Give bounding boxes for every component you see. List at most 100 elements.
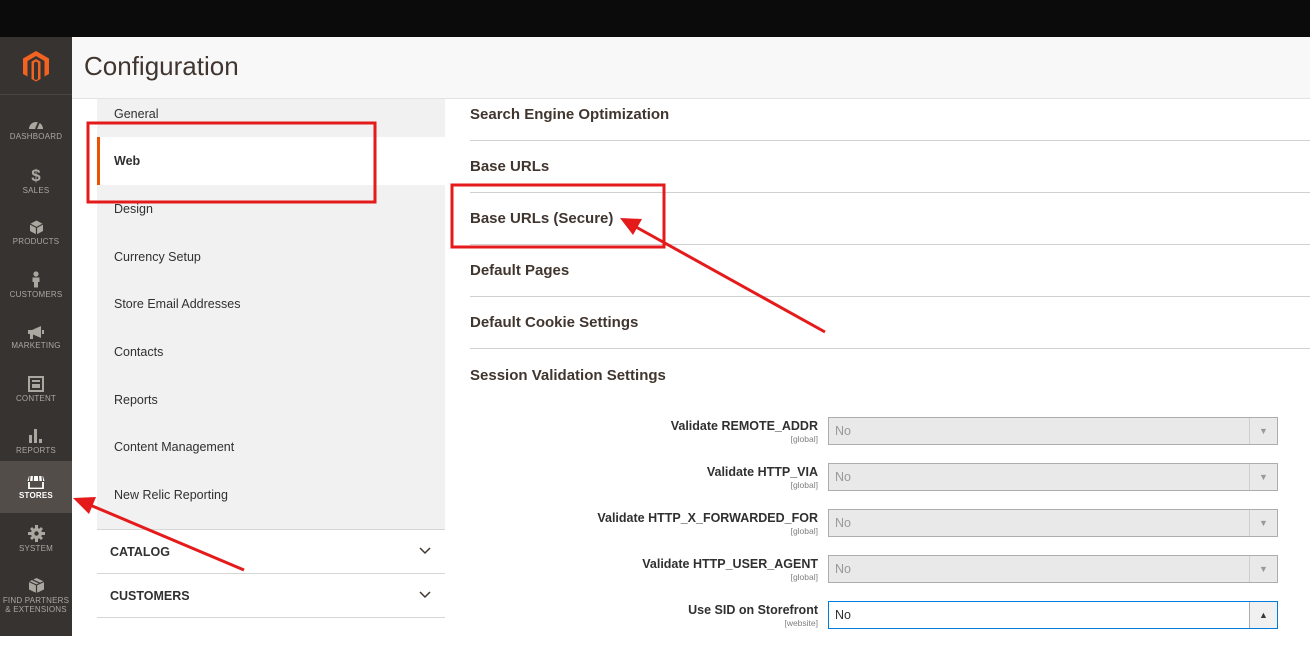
nav-system[interactable]: SYSTEM (0, 513, 72, 565)
sidebar-item-design[interactable]: Design (97, 185, 445, 233)
sidebar-item-label: Store Email Addresses (114, 297, 241, 311)
sidebar-item-label: General (114, 107, 159, 121)
field-label-text: Validate REMOTE_ADDR (670, 419, 818, 433)
nav-stores[interactable]: STORES (0, 461, 72, 513)
sidebar-group-label: CUSTOMERS (110, 588, 190, 603)
nav-label-reports: REPORTS (16, 445, 56, 455)
config-content: Search Engine Optimization Base URLs Bas… (470, 99, 1310, 636)
sidebar-item-label: Web (114, 154, 141, 168)
validate-http-user-agent-select[interactable]: No ▼ (828, 555, 1278, 583)
select-value: No (835, 424, 851, 438)
nav-content[interactable]: CONTENT (0, 363, 72, 415)
gear-icon (27, 525, 45, 542)
sidebar-item-general[interactable]: General (97, 89, 445, 139)
field-label: Validate HTTP_USER_AGENT [global] (642, 557, 818, 582)
section-title: Search Engine Optimization (470, 106, 670, 123)
select-value: No (835, 608, 851, 622)
sidebar-group-catalog[interactable]: CATALOG (97, 529, 445, 573)
field-label-text: Validate HTTP_VIA (706, 465, 818, 479)
field-scope: [global] (790, 526, 818, 536)
section-title: Default Pages (470, 262, 570, 279)
section-base-urls[interactable]: Base URLs (470, 141, 1310, 193)
sidebar-item-store-email-addresses[interactable]: Store Email Addresses (97, 280, 445, 328)
box-icon (28, 577, 44, 593)
select-value: No (835, 516, 851, 530)
dashboard-icon (29, 121, 43, 129)
section-default-cookie-settings[interactable]: Default Cookie Settings (470, 297, 1310, 349)
sidebar-item-web[interactable]: Web (97, 137, 445, 185)
megaphone-icon (28, 325, 44, 339)
config-sidebar: General Web Design Currency Setup Store … (97, 99, 445, 636)
field-label-text: Use SID on Storefront (688, 603, 818, 617)
sidebar-item-contacts[interactable]: Contacts (97, 328, 445, 376)
section-title: Base URLs (Secure) (470, 210, 614, 227)
nav-reports[interactable]: REPORTS (0, 415, 72, 467)
field-label-text: Validate HTTP_USER_AGENT (642, 557, 818, 571)
validate-http-x-forwarded-for-select[interactable]: No ▼ (828, 509, 1278, 537)
sidebar-item-label: Reports (114, 393, 158, 407)
field-row-use-sid-on-storefront: Use SID on Storefront [website] No ▲ (470, 601, 1310, 647)
layout-icon (28, 375, 44, 392)
sidebar-item-content-management[interactable]: Content Management (97, 423, 445, 471)
person-icon (32, 271, 40, 288)
nav-customers[interactable]: CUSTOMERS (0, 259, 72, 311)
section-title: Base URLs (470, 158, 550, 175)
general-submenu: General Web Design Currency Setup Store … (97, 99, 445, 529)
caret-down-icon: ▼ (1249, 510, 1277, 536)
section-title: Session Validation Settings (470, 366, 666, 384)
field-row-validate-http-via: Validate HTTP_VIA [global] No ▼ (470, 463, 1310, 509)
sidebar-group-label: CATALOG (110, 544, 170, 559)
nav-dashboard[interactable]: DASHBOARD (0, 103, 72, 155)
field-label-text: Validate HTTP_X_FORWARDED_FOR (597, 511, 818, 525)
field-row-validate-remote-addr: Validate REMOTE_ADDR [global] No ▼ (470, 417, 1310, 463)
section-base-urls-secure[interactable]: Base URLs (Secure) (470, 193, 1310, 245)
nav-label-sales: SALES (22, 185, 50, 195)
bar-chart-icon (29, 428, 42, 443)
nav-find-partners[interactable]: FIND PARTNERS & EXTENSIONS (0, 565, 72, 625)
field-label: Validate HTTP_X_FORWARDED_FOR [global] (597, 511, 818, 536)
field-scope: [global] (790, 434, 818, 444)
nav-label-content: CONTENT (15, 393, 57, 403)
main-area: Configuration General Web Design Currenc… (72, 37, 1310, 636)
field-scope: [global] (790, 572, 818, 582)
page-title: Configuration (84, 51, 239, 81)
section-search-engine-optimization[interactable]: Search Engine Optimization (470, 89, 1310, 141)
caret-down-icon: ▼ (1249, 464, 1277, 490)
sidebar-item-new-relic-reporting[interactable]: New Relic Reporting (97, 471, 445, 519)
select-value: No (835, 562, 851, 576)
nav-label-find-partners: FIND PARTNERS & EXTENSIONS (2, 595, 70, 614)
nav-products[interactable]: PRODUCTS (0, 207, 72, 259)
section-default-pages[interactable]: Default Pages (470, 245, 1310, 297)
sidebar-group-customers[interactable]: CUSTOMERS (97, 573, 445, 617)
cube-icon (29, 220, 43, 235)
nav-sales[interactable]: $ SALES (0, 155, 72, 207)
field-scope: [website] (784, 618, 818, 628)
store-icon (27, 475, 45, 489)
validate-http-via-select[interactable]: No ▼ (828, 463, 1278, 491)
field-label: Validate HTTP_VIA [global] (707, 465, 818, 490)
nav-marketing[interactable]: MARKETING (0, 311, 72, 363)
sidebar-group-partial (97, 617, 445, 636)
field-row-validate-http-user-agent: Validate HTTP_USER_AGENT [global] No ▼ (470, 555, 1310, 601)
field-scope: [global] (790, 480, 818, 490)
use-sid-on-storefront-select[interactable]: No ▲ (828, 601, 1278, 629)
nav-label-stores: STORES (19, 490, 53, 500)
select-value: No (835, 470, 851, 484)
field-row-validate-http-x-forwarded-for: Validate HTTP_X_FORWARDED_FOR [global] No… (470, 509, 1310, 555)
nav-label-products: PRODUCTS (12, 237, 60, 246)
sidebar-item-currency-setup[interactable]: Currency Setup (97, 233, 445, 281)
sidebar-item-label: Contacts (114, 345, 164, 359)
magento-logo[interactable] (0, 37, 72, 95)
sidebar-item-label: Design (114, 202, 153, 216)
nav-label-dashboard: DASHBOARD (9, 131, 63, 141)
nav-label-marketing: MARKETING (11, 340, 61, 350)
chevron-down-icon (419, 591, 431, 599)
dollar-icon: $ (31, 165, 41, 185)
section-title: Default Cookie Settings (470, 314, 639, 331)
sidebar-item-reports[interactable]: Reports (97, 376, 445, 424)
nav-label-customers: CUSTOMERS (9, 290, 63, 299)
section-session-validation-settings[interactable]: Session Validation Settings (470, 349, 1310, 401)
validate-remote-addr-select[interactable]: No ▼ (828, 417, 1278, 445)
nav-label-system: SYSTEM (18, 544, 54, 553)
sidebar-item-label: Currency Setup (114, 250, 201, 264)
